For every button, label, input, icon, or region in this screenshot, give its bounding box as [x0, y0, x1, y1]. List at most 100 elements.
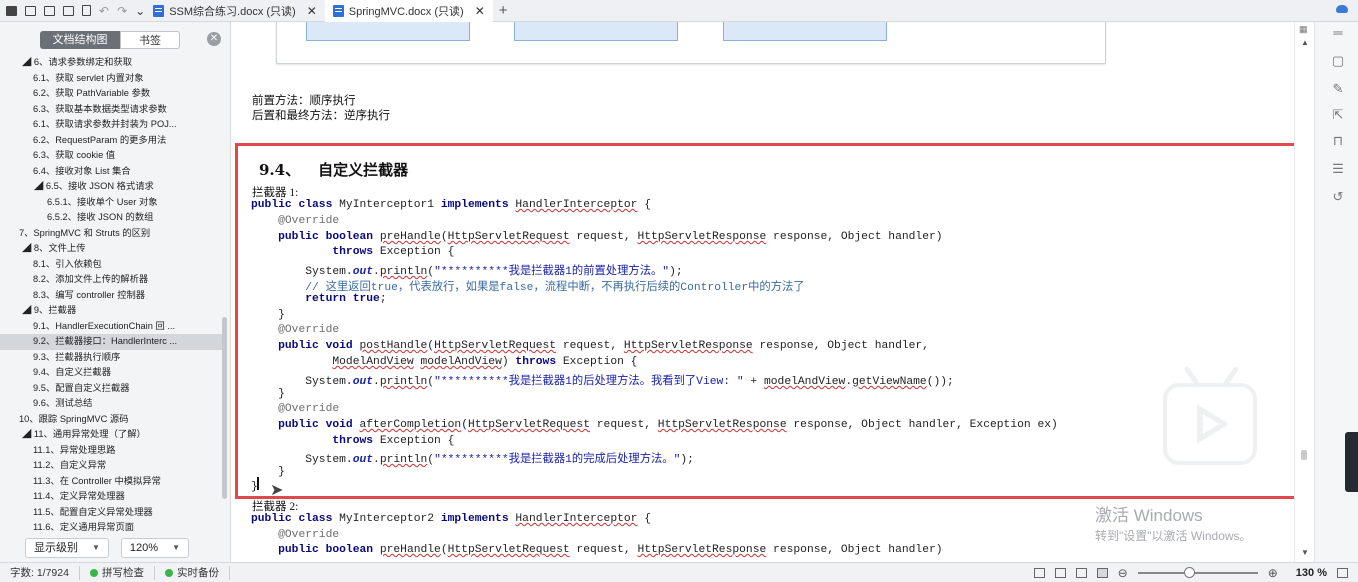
outline-item[interactable]: 6.4、接收对象 List 集合 — [0, 164, 222, 180]
scroll-up-icon[interactable]: ▲ — [1301, 38, 1309, 47]
outline-item[interactable]: 6.1、获取请求参数并封装为 POJ... — [0, 117, 222, 133]
heading-number: 9.4、 — [259, 161, 301, 179]
outline-item[interactable]: 6.2、RequestParam 的更多用法 — [0, 133, 222, 149]
outline-item[interactable]: 6.2、获取 PathVariable 参数 — [0, 86, 222, 102]
outline-zoom-dropdown[interactable]: 120% ▼ — [120, 538, 189, 558]
section-heading: 9.4、 自定义拦截器 — [259, 159, 408, 180]
select-pointer-icon[interactable]: ⇱ — [1331, 108, 1345, 122]
backup-label: 实时备份 — [176, 567, 219, 579]
outline-item[interactable]: 11.3、在 Controller 中模拟异常 — [0, 474, 222, 490]
code-line: System.out.println("**********我是拦截器1的前置处… — [251, 266, 683, 278]
outline-item[interactable]: ◢ 11、通用异常处理（了解） — [0, 427, 222, 443]
backup-toggle[interactable]: 实时备份 — [155, 565, 230, 580]
outline-item[interactable]: 6.3、获取 cookie 值 — [0, 148, 222, 164]
outline-item[interactable]: 11.1、异常处理思路 — [0, 443, 222, 459]
zoom-slider[interactable] — [1137, 567, 1258, 578]
outline-item[interactable]: 9.5、配置自定义拦截器 — [0, 381, 222, 397]
code-line: public class MyInterceptor1 implements H… — [251, 199, 651, 211]
page-view-icon[interactable] — [1054, 568, 1066, 578]
document-scrollbar[interactable]: ▦ ▲ ▼ — [1294, 22, 1314, 562]
code-line: @Override — [278, 403, 340, 415]
side-drawer-handle[interactable] — [1345, 432, 1358, 492]
outline-scrollbar[interactable] — [222, 317, 227, 499]
code-line: // 这里返回true，代表放行，如果是false，流程中断，不再执行后续的Co… — [305, 282, 805, 294]
code-line: throws Exception { — [332, 246, 455, 258]
level-dropdown[interactable]: 显示级别 ▼ — [25, 538, 109, 558]
quick-access-toolbar: ↶ ↷ ⌄ — [0, 0, 145, 22]
outline-item[interactable]: ◢ 6.5、接收 JSON 格式请求 — [0, 179, 222, 195]
code-line: @Override — [278, 215, 340, 227]
code-line: public boolean preHandle(HttpServletRequ… — [278, 544, 943, 556]
outline-item[interactable]: ◢ 8、文件上传 — [0, 241, 222, 257]
close-panel-icon[interactable]: ✕ — [207, 32, 221, 46]
outline-item[interactable]: 7、SpringMVC 和 Struts 的区别 — [0, 226, 222, 242]
outline-item[interactable]: 9.4、自定义拦截器 — [0, 365, 222, 381]
paragraph-pre-order: 前置方法：顺序执行 — [252, 95, 356, 107]
outline-item[interactable]: 6.5.1、接收单个 User 对象 — [0, 195, 222, 211]
outline-item[interactable]: 6.5.2、接收 JSON 的数组 — [0, 210, 222, 226]
ruler-toggle-icon[interactable]: ▦ — [1299, 24, 1308, 35]
new-tab-button[interactable]: + — [493, 0, 514, 22]
bookmark-tab-button[interactable]: 书签 — [120, 31, 180, 49]
zoom-in-icon[interactable]: ⊕ — [1268, 566, 1278, 580]
top-toolbar: ↶ ↷ ⌄ SSM综合练习.docx (只读) ✕ SpringMVC.docx… — [0, 0, 1358, 22]
undo-icon[interactable]: ↶ — [99, 0, 109, 22]
outline-item[interactable]: 6.1、获取 servlet 内置对象 — [0, 71, 222, 87]
code-line: public void afterCompletion(HttpServletR… — [278, 419, 1058, 431]
outline-item[interactable]: 9.1、HandlerExecutionChain 回 ... — [0, 319, 222, 335]
new-doc-icon[interactable] — [25, 5, 36, 16]
cloud-sync-icon[interactable] — [1336, 5, 1348, 13]
tab-close-icon[interactable]: ✕ — [475, 4, 485, 18]
collapse-icon[interactable]: ═ — [1331, 26, 1345, 40]
tab-springmvc[interactable]: SpringMVC.docx (只读) ✕ — [324, 0, 493, 22]
tab-close-icon[interactable]: ✕ — [307, 4, 317, 18]
outline-tab-button[interactable]: 文档结构图 — [40, 31, 120, 49]
diagram-box — [306, 22, 470, 41]
interceptor1-label: 拦截器 1: — [252, 187, 299, 199]
open-doc-icon[interactable] — [44, 5, 55, 16]
outline-item[interactable]: ◢ 9、拦截器 — [0, 303, 222, 319]
page-icon[interactable]: ▢ — [1331, 54, 1345, 68]
zoom-slider-knob[interactable] — [1183, 567, 1195, 578]
code-line: @Override — [278, 529, 340, 541]
redo-icon[interactable]: ↷ — [117, 0, 127, 22]
tab-label: SpringMVC.docx (只读) — [348, 5, 464, 18]
outline-item[interactable]: 9.2、拦截器接口：HandlerInterc ... — [0, 334, 222, 350]
settings-icon[interactable]: ☰ — [1331, 162, 1345, 176]
spell-check-label: 拼写检查 — [101, 567, 144, 579]
tab-ssm-practice[interactable]: SSM综合练习.docx (只读) ✕ — [145, 0, 325, 22]
outline-item[interactable]: 9.6、测试总结 — [0, 396, 222, 412]
green-dot-icon — [89, 568, 98, 577]
outline-item[interactable]: ◢ 6、请求参数绑定和获取 — [0, 55, 222, 71]
outline-item[interactable]: 11.5、配置自定义异常处理器 — [0, 505, 222, 521]
spell-check-toggle[interactable]: 拼写检查 — [80, 565, 155, 580]
history-icon[interactable]: ↺ — [1331, 190, 1345, 204]
print-icon[interactable] — [63, 5, 74, 16]
outline-view-icon[interactable] — [1075, 568, 1087, 578]
web-view-icon[interactable] — [1096, 568, 1108, 578]
code-line: } — [251, 388, 285, 400]
outline-item[interactable]: 9.3、拦截器执行顺序 — [0, 350, 222, 366]
outline-item[interactable]: 6.3、获取基本数据类型请求参数 — [0, 102, 222, 118]
outline-item[interactable]: 8.2、添加文件上传的解析器 — [0, 272, 222, 288]
outline-item[interactable]: 8.1、引入依赖包 — [0, 257, 222, 273]
document-canvas[interactable]: 前置方法：顺序执行 后置和最终方法：逆序执行 9.4、 自定义拦截器 拦截器 1:… — [232, 22, 1294, 562]
word-count[interactable]: 字数: 1/7924 — [0, 565, 80, 580]
outline-item[interactable]: 11.4、定义异常处理器 — [0, 489, 222, 505]
heading-text: 自定义拦截器 — [318, 161, 409, 179]
preview-icon[interactable] — [82, 5, 91, 16]
lock-icon[interactable]: ⊓ — [1331, 134, 1345, 148]
outline-item[interactable]: 11.2、自定义异常 — [0, 458, 222, 474]
scroll-thumb[interactable] — [1301, 450, 1307, 460]
customize-toolbar-icon[interactable]: ⌄ — [135, 0, 145, 22]
full-screen-view-icon[interactable] — [1033, 568, 1045, 578]
view-controls: ⊖ ⊕ 130 % — [1033, 563, 1358, 582]
zoom-level[interactable]: 130 % — [1296, 567, 1327, 579]
menu-icon[interactable] — [6, 5, 17, 16]
fit-page-icon[interactable] — [1337, 568, 1348, 578]
pen-icon[interactable]: ✎ — [1331, 82, 1345, 96]
zoom-out-icon[interactable]: ⊖ — [1118, 566, 1128, 580]
outline-item[interactable]: 10、跟踪 SpringMVC 源码 — [0, 412, 222, 428]
scroll-down-icon[interactable]: ▼ — [1301, 548, 1309, 557]
outline-item[interactable]: 8.3、编写 controller 控制器 — [0, 288, 222, 304]
